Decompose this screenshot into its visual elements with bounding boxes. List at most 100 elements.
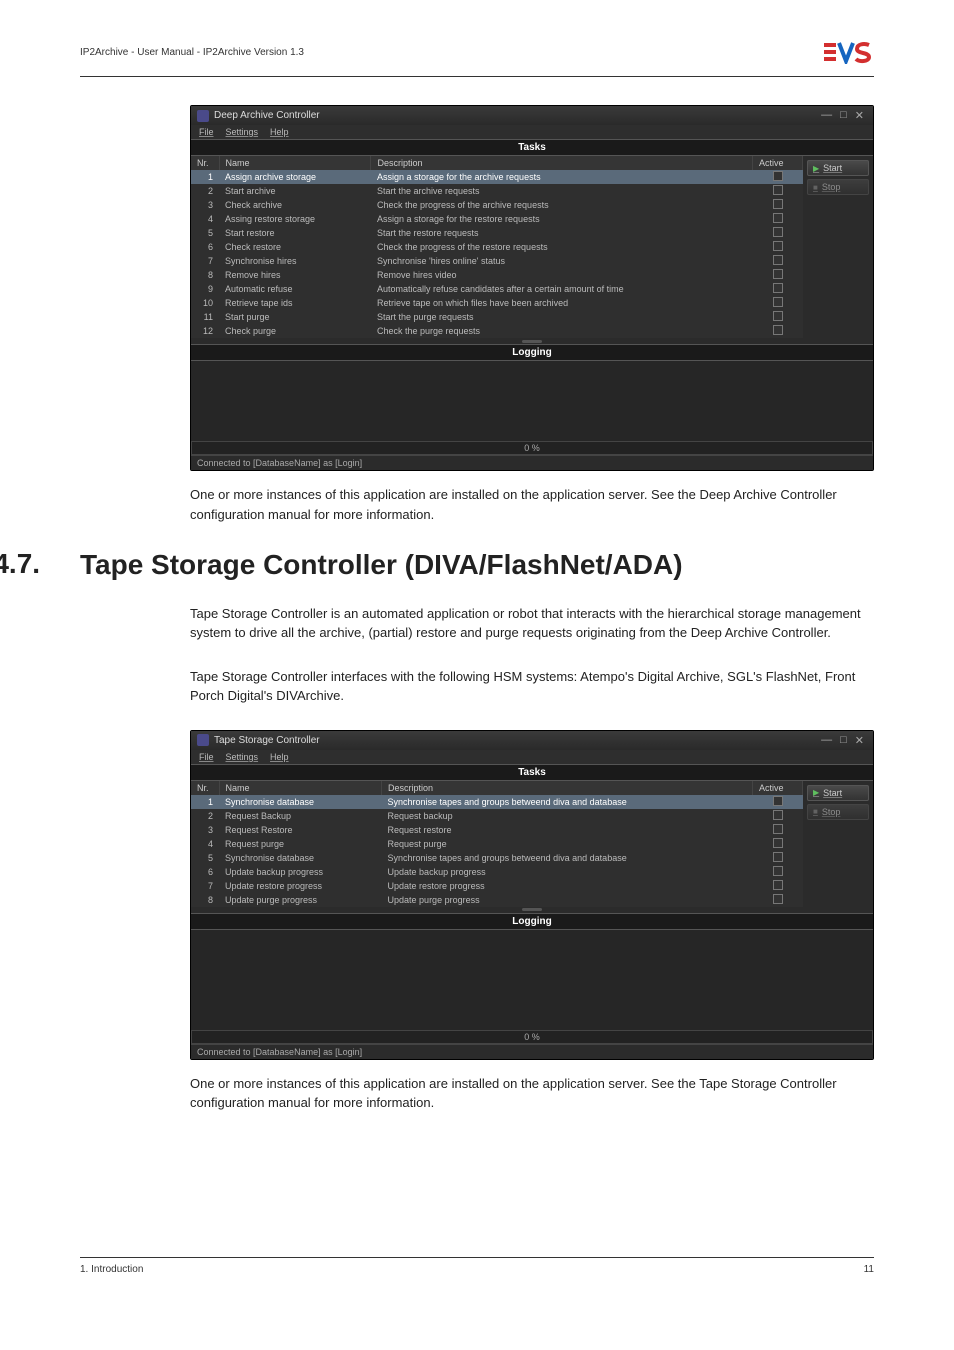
table-row[interactable]: 12Check purgeCheck the purge requests <box>191 324 803 338</box>
cell-active[interactable] <box>753 254 803 268</box>
paragraph: One or more instances of this applicatio… <box>190 1074 874 1113</box>
checkbox-icon[interactable] <box>773 325 783 335</box>
cell-active[interactable] <box>753 809 803 823</box>
cell-name: Remove hires <box>219 268 371 282</box>
cell-active[interactable] <box>753 268 803 282</box>
stop-button[interactable]: ■Stop <box>807 804 869 820</box>
cell-active[interactable] <box>753 310 803 324</box>
table-row[interactable]: 11Start purgeStart the purge requests <box>191 310 803 324</box>
start-button[interactable]: ▶Start <box>807 160 869 176</box>
checkbox-icon[interactable] <box>773 213 783 223</box>
menu-file[interactable]: File <box>199 752 214 762</box>
table-row[interactable]: 5Synchronise databaseSynchronise tapes a… <box>191 851 803 865</box>
cell-active[interactable] <box>753 823 803 837</box>
col-description[interactable]: Description <box>371 156 753 170</box>
cell-active[interactable] <box>753 296 803 310</box>
checkbox-icon[interactable] <box>773 227 783 237</box>
table-row[interactable]: 6Check restoreCheck the progress of the … <box>191 240 803 254</box>
checkbox-icon[interactable] <box>773 796 783 806</box>
table-row[interactable]: 4Assing restore storageAssign a storage … <box>191 212 803 226</box>
checkbox-icon[interactable] <box>773 199 783 209</box>
table-row[interactable]: 2Start archiveStart the archive requests <box>191 184 803 198</box>
minimize-icon[interactable]: — <box>818 734 835 747</box>
cell-active[interactable] <box>753 865 803 879</box>
table-row[interactable]: 7Synchronise hiresSynchronise 'hires onl… <box>191 254 803 268</box>
cell-active[interactable] <box>753 795 803 809</box>
menu-settings[interactable]: Settings <box>226 752 259 762</box>
col-nr[interactable]: Nr. <box>191 156 219 170</box>
checkbox-icon[interactable] <box>773 255 783 265</box>
table-row[interactable]: 1Assign archive storageAssign a storage … <box>191 170 803 184</box>
checkbox-icon[interactable] <box>773 852 783 862</box>
cell-nr: 2 <box>191 184 219 198</box>
menu-settings[interactable]: Settings <box>226 127 259 137</box>
checkbox-icon[interactable] <box>773 297 783 307</box>
table-row[interactable]: 2Request BackupRequest backup <box>191 809 803 823</box>
checkbox-icon[interactable] <box>773 824 783 834</box>
stop-icon: ■ <box>813 807 818 816</box>
app-icon <box>197 734 209 746</box>
checkbox-icon[interactable] <box>773 241 783 251</box>
table-row[interactable]: 6Update backup progressUpdate backup pro… <box>191 865 803 879</box>
checkbox-icon[interactable] <box>773 171 783 181</box>
close-icon[interactable]: ✕ <box>852 109 867 122</box>
paragraph: One or more instances of this applicatio… <box>190 485 874 524</box>
start-button[interactable]: ▶Start <box>807 785 869 801</box>
cell-active[interactable] <box>753 240 803 254</box>
table-row[interactable]: 8Update purge progressUpdate purge progr… <box>191 893 803 907</box>
minimize-icon[interactable]: — <box>818 109 835 122</box>
table-row[interactable]: 3Request RestoreRequest restore <box>191 823 803 837</box>
stop-button[interactable]: ■Stop <box>807 179 869 195</box>
checkbox-icon[interactable] <box>773 838 783 848</box>
cell-nr: 7 <box>191 879 219 893</box>
cell-active[interactable] <box>753 851 803 865</box>
col-nr[interactable]: Nr. <box>191 781 219 795</box>
table-row[interactable]: 10Retrieve tape idsRetrieve tape on whic… <box>191 296 803 310</box>
table-row[interactable]: 4Request purgeRequest purge <box>191 837 803 851</box>
cell-desc: Check the progress of the archive reques… <box>371 198 753 212</box>
cell-desc: Synchronise tapes and groups betweend di… <box>382 851 753 865</box>
checkbox-icon[interactable] <box>773 880 783 890</box>
cell-nr: 10 <box>191 296 219 310</box>
table-row[interactable]: 8Remove hiresRemove hires video <box>191 268 803 282</box>
cell-desc: Update backup progress <box>382 865 753 879</box>
cell-active[interactable] <box>753 282 803 296</box>
maximize-icon[interactable]: □ <box>837 734 850 747</box>
status-bar: Connected to [DatabaseName] as [Login] <box>191 455 873 470</box>
checkbox-icon[interactable] <box>773 185 783 195</box>
cell-active[interactable] <box>753 837 803 851</box>
col-active[interactable]: Active <box>753 156 803 170</box>
maximize-icon[interactable]: □ <box>837 109 850 122</box>
cell-active[interactable] <box>753 893 803 907</box>
checkbox-icon[interactable] <box>773 894 783 904</box>
cell-active[interactable] <box>753 226 803 240</box>
checkbox-icon[interactable] <box>773 866 783 876</box>
table-row[interactable]: 3Check archiveCheck the progress of the … <box>191 198 803 212</box>
col-name[interactable]: Name <box>219 781 382 795</box>
menu-help[interactable]: Help <box>270 752 289 762</box>
table-row[interactable]: 1Synchronise databaseSynchronise tapes a… <box>191 795 803 809</box>
checkbox-icon[interactable] <box>773 283 783 293</box>
col-name[interactable]: Name <box>219 156 371 170</box>
cell-name: Check restore <box>219 240 371 254</box>
cell-desc: Update purge progress <box>382 893 753 907</box>
checkbox-icon[interactable] <box>773 269 783 279</box>
page-number: 11 <box>864 1264 874 1275</box>
col-active[interactable]: Active <box>753 781 803 795</box>
cell-active[interactable] <box>753 212 803 226</box>
cell-active[interactable] <box>753 324 803 338</box>
menu-help[interactable]: Help <box>270 127 289 137</box>
col-description[interactable]: Description <box>382 781 753 795</box>
cell-active[interactable] <box>753 198 803 212</box>
close-icon[interactable]: ✕ <box>852 734 867 747</box>
cell-active[interactable] <box>753 184 803 198</box>
cell-desc: Retrieve tape on which files have been a… <box>371 296 753 310</box>
cell-active[interactable] <box>753 170 803 184</box>
checkbox-icon[interactable] <box>773 311 783 321</box>
menu-file[interactable]: File <box>199 127 214 137</box>
table-row[interactable]: 9Automatic refuseAutomatically refuse ca… <box>191 282 803 296</box>
table-row[interactable]: 5Start restoreStart the restore requests <box>191 226 803 240</box>
checkbox-icon[interactable] <box>773 810 783 820</box>
cell-active[interactable] <box>753 879 803 893</box>
table-row[interactable]: 7Update restore progressUpdate restore p… <box>191 879 803 893</box>
